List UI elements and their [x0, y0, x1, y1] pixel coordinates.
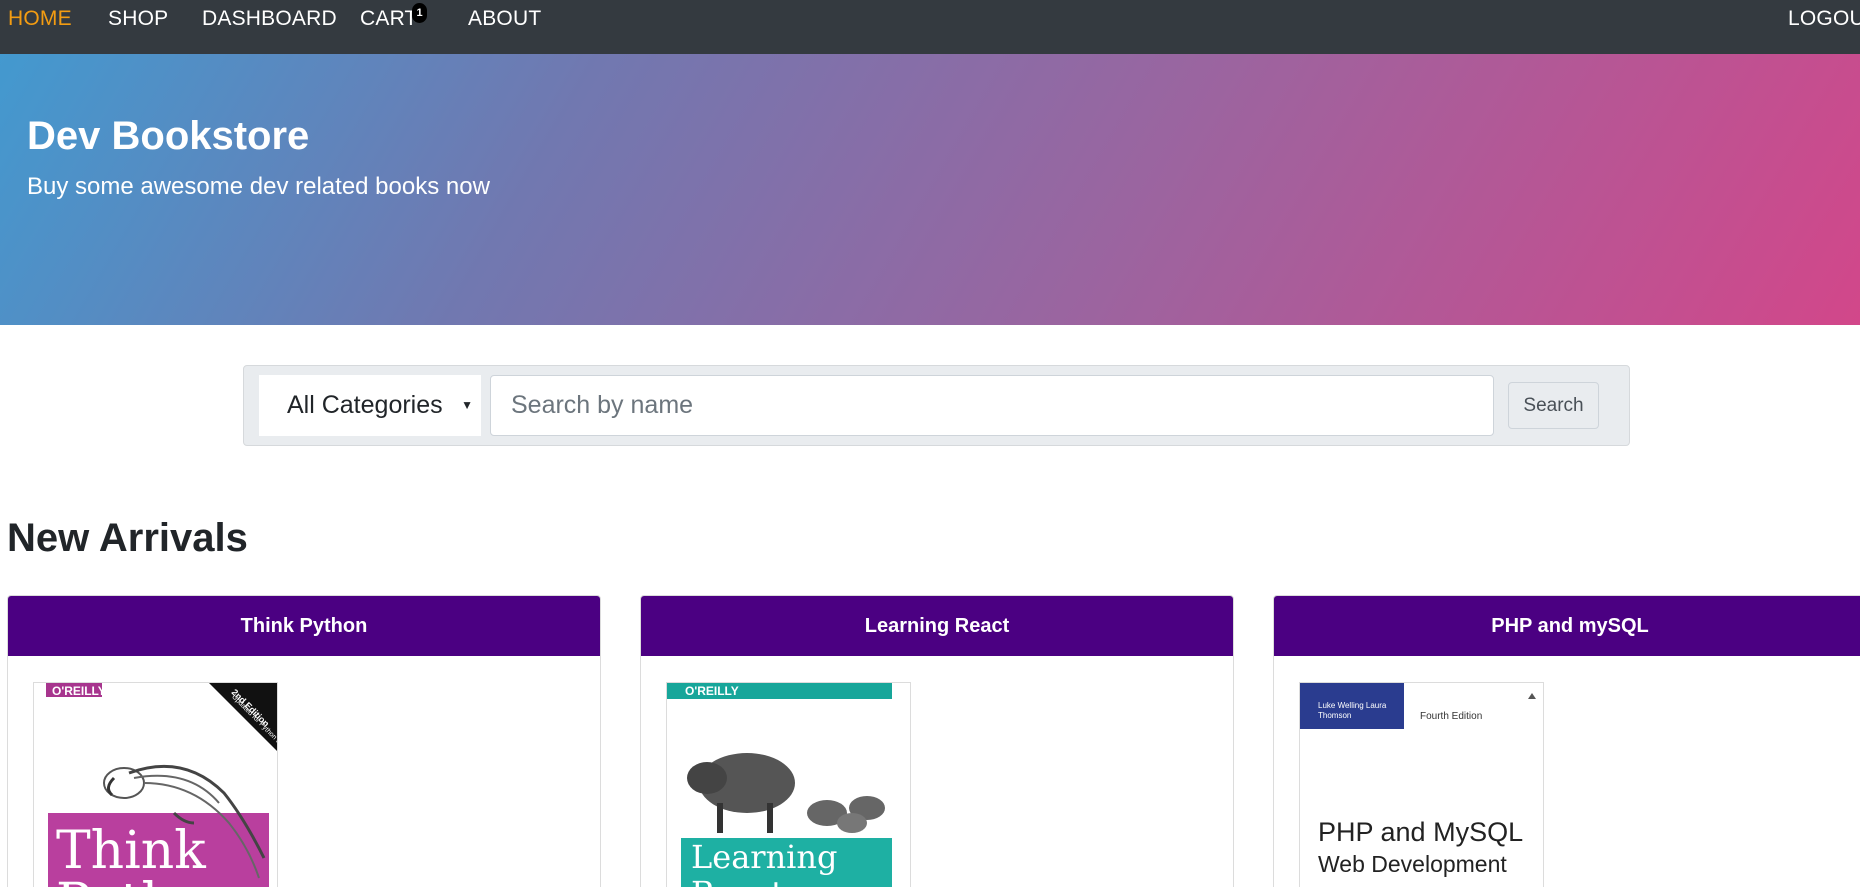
edition-label: Fourth Edition: [1420, 711, 1483, 722]
category-select-value: All Categories: [287, 391, 443, 419]
book-cover-image: Luke Welling Laura Thomson Fourth Editio…: [1299, 682, 1544, 887]
top-navbar: HOME SHOP DASHBOARD CART 1 ABOUT LOGOUT: [0, 0, 1860, 54]
search-bar: All Categories ▼ Search by name Search: [243, 365, 1630, 446]
nav-home[interactable]: HOME: [8, 7, 72, 31]
book-cover-image: O'REILLY Learning React: [666, 682, 911, 887]
search-input[interactable]: Search by name: [490, 375, 1494, 436]
category-select[interactable]: All Categories ▼: [259, 375, 481, 436]
chevron-down-icon: ▼: [461, 398, 473, 412]
book-cover-image: O'REILLY 2nd Edition Updated for Python …: [33, 682, 278, 887]
cover-title-text: Think Python: [56, 821, 240, 887]
cover-title-text: PHP and MySQL: [1318, 817, 1524, 847]
publisher-label: O'REILLY: [685, 684, 739, 698]
cart-count-badge: 1: [412, 3, 427, 23]
cover-title-text: Learning React: [691, 838, 838, 887]
book-title: PHP and mySQL: [1274, 596, 1860, 656]
section-title: New Arrivals: [7, 516, 248, 560]
book-title: Think Python: [8, 596, 600, 656]
nav-shop[interactable]: SHOP: [108, 7, 168, 31]
book-card[interactable]: PHP and mySQL Luke Welling Laura Thomson…: [1273, 595, 1860, 887]
book-card[interactable]: Think Python O'REILLY 2nd Edition Update…: [7, 595, 601, 887]
publisher-label: O'REILLY: [52, 684, 106, 698]
search-placeholder: Search by name: [511, 391, 694, 419]
book-card[interactable]: Learning React O'REILLY Learning React: [640, 595, 1234, 887]
authors-label: Luke Welling Laura Thomson: [1318, 701, 1387, 720]
book-title: Learning React: [641, 596, 1233, 656]
nav-dashboard[interactable]: DASHBOARD: [202, 7, 337, 31]
hero-subtitle: Buy some awesome dev related books now: [27, 173, 490, 200]
nav-logout[interactable]: LOGOUT: [1788, 7, 1860, 31]
cover-subtitle-text: Web Development: [1318, 851, 1507, 877]
hero-banner: Dev Bookstore Buy some awesome dev relat…: [0, 54, 1860, 325]
hero-title: Dev Bookstore: [27, 114, 310, 158]
search-button[interactable]: Search: [1508, 382, 1599, 429]
nav-about[interactable]: ABOUT: [468, 7, 541, 31]
nav-cart[interactable]: CART: [360, 7, 418, 31]
